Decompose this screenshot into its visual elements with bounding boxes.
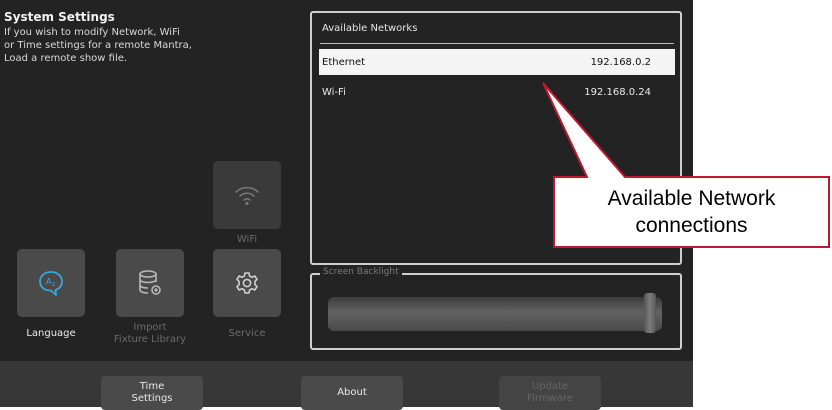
wifi-tile[interactable] [213,161,281,229]
screen-backlight-group: Screen Backlight [310,267,682,350]
network-row-wifi[interactable]: Wi-Fi 192.168.0.24 [319,79,675,105]
available-networks-heading: Available Networks [322,23,418,34]
network-row-ethernet[interactable]: Ethernet 192.168.0.2 [319,49,675,75]
network-name: Ethernet [322,56,366,68]
language-icon: A z [39,271,63,296]
svg-text:z: z [52,281,55,288]
bottom-toolbar: Time Settings About Update Firmware [0,361,693,410]
time-settings-button[interactable]: Time Settings [101,376,203,410]
network-ip: 192.168.0.24 [584,86,651,98]
backlight-slider-handle[interactable] [643,293,656,333]
update-firmware-button[interactable]: Update Firmware [499,376,601,410]
about-button[interactable]: About [301,376,403,410]
database-icon [139,270,161,295]
import-fixture-library-tile[interactable] [116,249,184,317]
service-tile[interactable] [213,249,281,317]
page-description: If you wish to modify Network, WiFi or T… [4,27,192,64]
wifi-icon [235,186,259,206]
language-tile[interactable]: A z [17,249,85,317]
screen-backlight-label: Screen Backlight [320,267,402,277]
network-ip: 192.168.0.2 [590,56,651,68]
language-label: Language [26,328,76,339]
networks-divider [320,43,674,44]
wifi-label: WiFi [236,234,258,245]
import-fixture-library-label: Import Fixture Library [113,322,187,345]
service-label: Service [228,328,266,339]
callout-text: Available Network connections [607,187,776,237]
gear-icon [236,272,258,294]
backlight-slider-track[interactable] [328,297,662,331]
page-title: System Settings [4,10,115,24]
network-name: Wi-Fi [322,86,346,98]
